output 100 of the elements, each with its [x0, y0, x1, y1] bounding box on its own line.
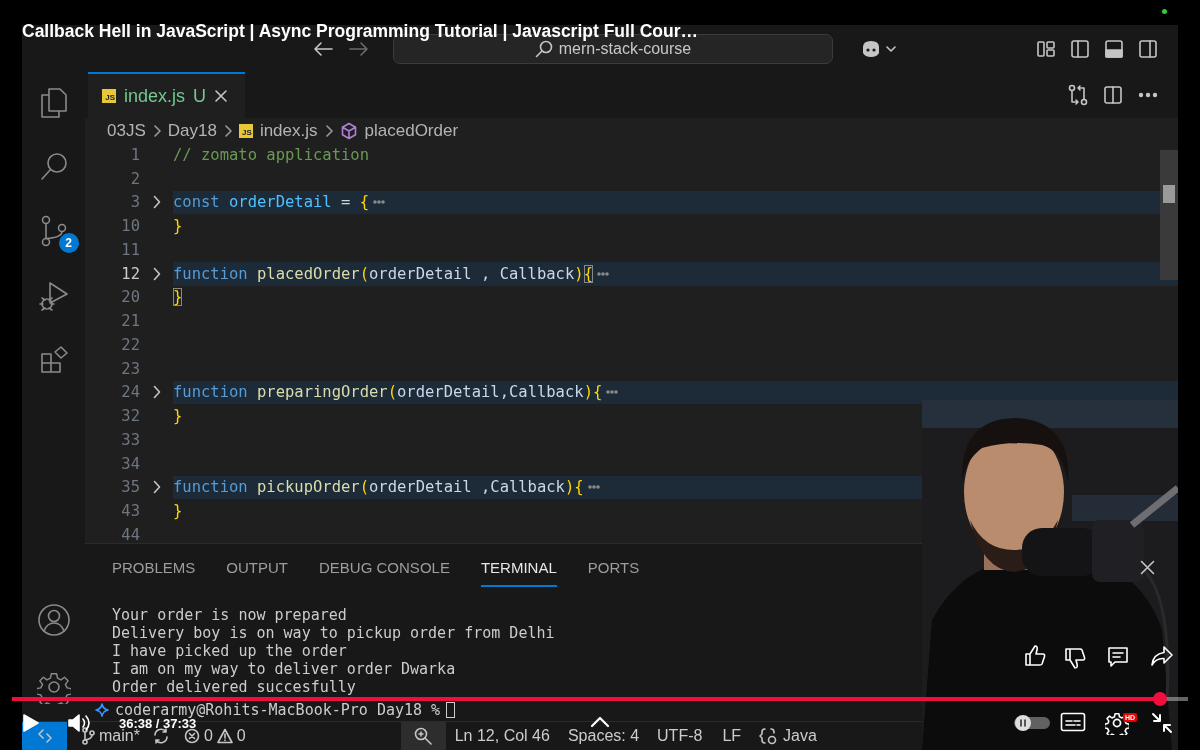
sidebar-right-icon[interactable] — [1138, 38, 1158, 59]
line-number: 1 — [129, 145, 140, 164]
fold-chevron-icon[interactable] — [152, 385, 161, 400]
files-icon[interactable] — [38, 87, 69, 119]
sparkle-icon — [95, 703, 109, 717]
zoom-button[interactable] — [400, 722, 446, 750]
share-icon[interactable] — [1150, 645, 1174, 667]
remote-button[interactable] — [22, 722, 67, 750]
panel-tab[interactable]: DEBUG CONSOLE — [319, 547, 450, 587]
fold-chevron-icon[interactable] — [152, 480, 161, 495]
terminal-cursor — [446, 702, 456, 718]
breadcrumb-item[interactable]: placedOrder — [364, 120, 459, 141]
code-line: } — [173, 407, 183, 426]
panel-bottom-icon[interactable] — [1104, 38, 1124, 59]
comment-icon[interactable] — [1106, 645, 1130, 669]
line-number: 11 — [120, 240, 140, 259]
editor-tab[interactable]: JS index.js U — [88, 72, 245, 118]
line-number: 33 — [120, 430, 140, 449]
branch-name[interactable]: main* — [99, 727, 140, 745]
terminal-output: Your order is now prepared — [112, 606, 347, 624]
account-icon[interactable] — [36, 603, 71, 637]
folded-ellipsis-icon — [373, 199, 385, 206]
line-number: 44 — [120, 525, 140, 543]
chevron-icon — [223, 124, 232, 137]
line-number: 35 — [120, 478, 140, 497]
panel-tab[interactable]: PROBLEMS — [112, 547, 196, 587]
breadcrumb-item[interactable]: index.js — [259, 120, 318, 141]
more-icon[interactable] — [1138, 92, 1158, 98]
panel-tab[interactable]: TERMINAL — [480, 547, 557, 587]
search-icon — [534, 39, 553, 58]
indentation[interactable]: Spaces: 4 — [567, 727, 640, 745]
breadcrumb-item[interactable]: Day18 — [167, 120, 217, 141]
layout-icon[interactable] — [1036, 38, 1056, 59]
terminal-output: I am on my way to deliver order Dwarka — [112, 660, 456, 678]
thumbs-up-icon[interactable] — [1023, 644, 1047, 668]
exit-fullscreen-icon[interactable] — [1151, 712, 1173, 734]
folded-ellipsis-icon — [587, 484, 600, 491]
warning-icon — [216, 728, 233, 744]
code-line: } — [173, 288, 183, 307]
notification-badge: 2 — [58, 233, 79, 253]
thumbs-down-icon[interactable] — [1063, 646, 1087, 670]
extensions-icon[interactable] — [38, 345, 69, 375]
split-editor-icon[interactable] — [1103, 85, 1123, 105]
error-icon — [183, 728, 200, 744]
sync-icon[interactable] — [151, 728, 170, 744]
terminal-output: Order delivered succesfully — [112, 678, 356, 696]
autoplay-toggle-icon[interactable] — [1013, 714, 1051, 732]
js-file-icon: JS — [102, 89, 116, 103]
code-line: function placedOrder(orderDetail , Callback){ — [173, 264, 593, 283]
line-ending[interactable]: LF — [722, 727, 742, 745]
tab-title: index.js — [124, 85, 186, 107]
language-mode[interactable]: Java — [783, 727, 817, 745]
folded-ellipsis-icon — [597, 270, 609, 277]
panel-tab[interactable]: OUTPUT — [226, 547, 289, 587]
code-line: const orderDetail = { — [173, 193, 369, 212]
line-number: 43 — [120, 502, 140, 521]
line-number: 22 — [120, 335, 140, 354]
js-file-icon: JS — [238, 123, 253, 138]
breadcrumb-item[interactable]: 03JS — [107, 120, 146, 141]
search-icon[interactable] — [38, 152, 69, 182]
back-arrow-icon[interactable] — [313, 40, 333, 57]
encoding[interactable]: UTF-8 — [657, 727, 703, 745]
code-line: } — [173, 217, 183, 236]
branch-icon — [81, 727, 95, 745]
terminal-output: Delivery boy is on way to pickup order from Delhi — [112, 624, 555, 642]
sidebar-left-icon[interactable] — [1070, 38, 1090, 59]
zoom-icon — [414, 727, 433, 745]
code-line: function pickupOrder(orderDetail ,Callback){ — [173, 478, 584, 497]
line-number: 10 — [120, 217, 140, 236]
chevron-up-icon[interactable] — [590, 716, 610, 728]
line-number: 24 — [120, 383, 140, 402]
code-line: function preparingOrder(orderDetail,Callback){ — [173, 383, 603, 402]
compare-changes-icon[interactable] — [1068, 84, 1088, 106]
folded-ellipsis-icon — [606, 389, 619, 396]
line-number: 21 — [120, 312, 140, 331]
terminal-prompt: coderarmy@Rohits-MacBook-Pro Day18 % — [115, 701, 441, 719]
play-icon[interactable] — [22, 713, 40, 733]
panel-tab[interactable]: PORTS — [587, 547, 640, 587]
chevron-icon — [324, 124, 333, 137]
volume-icon[interactable] — [67, 713, 91, 733]
fold-chevron-icon[interactable] — [152, 266, 161, 281]
captions-icon[interactable] — [1060, 712, 1086, 732]
terminal-output: I have picked up the order — [112, 642, 347, 660]
caret-icon — [886, 44, 896, 53]
close-icon[interactable] — [214, 89, 229, 103]
line-number: 3 — [129, 193, 140, 212]
cube-icon — [339, 121, 358, 140]
line-number: 2 — [129, 169, 140, 188]
run-debug-icon[interactable] — [37, 280, 70, 312]
line-number: 20 — [120, 288, 140, 307]
braces-icon — [759, 727, 778, 745]
close-icon[interactable] — [1140, 560, 1155, 575]
forward-arrow-icon[interactable] — [349, 40, 369, 57]
line-number: 32 — [120, 407, 140, 426]
cursor-position[interactable]: Ln 12, Col 46 — [454, 727, 550, 745]
fold-chevron-icon[interactable] — [152, 195, 161, 210]
line-number: 12 — [120, 264, 140, 283]
code-line: // zomato application — [173, 145, 369, 164]
problems-button[interactable]: 0 0 — [183, 727, 246, 745]
indicator-dot — [1162, 9, 1167, 14]
